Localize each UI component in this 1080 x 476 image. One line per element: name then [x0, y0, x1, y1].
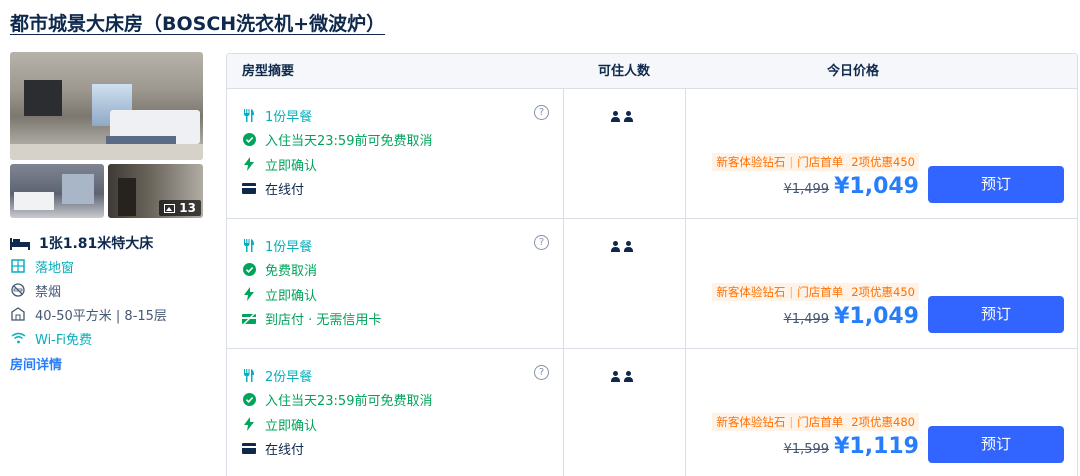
image-icon [164, 203, 176, 213]
lightning-icon [242, 417, 256, 432]
promo-tags[interactable]: 新客体验钻石 | 门店首单 2项优惠480 [712, 413, 919, 431]
price: ¥1,499 ¥1,049 [784, 304, 919, 329]
original-price: ¥1,599 [783, 442, 830, 457]
rate-row: 2份早餐 入住当天23:59前可免费取消 立即确认 在线付 ? 新客体验钻石 | 门… [227, 349, 1077, 476]
photo-count-badge[interactable]: 13 [159, 200, 201, 216]
table-header: 房型摘要 可住人数 今日价格 [227, 54, 1077, 89]
guest-capacity [611, 371, 633, 382]
current-price: ¥1,049 [834, 304, 919, 329]
utensils-icon [242, 368, 256, 382]
benefit-payment: 在线付 [242, 177, 432, 202]
room-details-link[interactable]: 房间详情 [10, 354, 210, 373]
original-price: ¥1,499 [783, 312, 830, 327]
bed-icon [10, 235, 30, 251]
book-button[interactable]: 预订 [928, 296, 1064, 333]
feature-bed: 1张1.81米特大床 [10, 232, 210, 254]
feature-wifi: Wi-Fi免费 [10, 326, 210, 350]
check-circle-icon [242, 393, 256, 407]
book-button[interactable]: 预订 [928, 426, 1064, 463]
benefit-cancellation: 入住当天23:59前可免费取消 [242, 388, 432, 413]
help-icon[interactable]: ? [534, 105, 549, 120]
help-icon[interactable]: ? [534, 235, 549, 250]
guest-capacity [611, 111, 633, 122]
book-button[interactable]: 预订 [928, 166, 1064, 203]
feature-label: 1张1.81米特大床 [39, 236, 154, 252]
help-icon[interactable]: ? [534, 365, 549, 380]
person-icon [624, 241, 633, 252]
check-circle-icon [242, 133, 256, 147]
utensils-icon [242, 108, 256, 122]
person-icon [624, 111, 633, 122]
column-header-capacity: 可住人数 [598, 64, 651, 79]
benefit-breakfast: 2份早餐 [242, 363, 432, 388]
rate-row: 1份早餐 入住当天23:59前可免费取消 立即确认 在线付 ? 新客体验钻石 | 门… [227, 89, 1077, 219]
feature-window: 落地窗 [10, 254, 210, 278]
no-smoking-icon [10, 282, 26, 298]
price: ¥1,599 ¥1,119 [784, 434, 919, 459]
feature-label: 40-50平方米 | 8-15层 [35, 308, 167, 324]
room-photo-main[interactable] [10, 52, 203, 160]
person-icon [624, 371, 633, 382]
credit-card-icon [242, 183, 256, 195]
promo-tags[interactable]: 新客体验钻石 | 门店首单 2项优惠450 [712, 283, 919, 301]
person-icon [611, 371, 620, 382]
feature-label: 禁烟 [35, 284, 62, 300]
room-info: 1张1.81米特大床 落地窗 禁烟 40-50平方米 | 8-15层 Wi-Fi… [10, 232, 210, 373]
benefit-confirm: 立即确认 [242, 412, 432, 437]
benefit-breakfast: 1份早餐 [242, 103, 432, 128]
benefit-cancellation: 免费取消 [242, 258, 381, 283]
guest-capacity [611, 241, 633, 252]
room-photo-thumb[interactable]: 13 [108, 164, 203, 218]
feature-nonsmoking: 禁烟 [10, 278, 210, 302]
area-icon [10, 306, 26, 322]
benefit-confirm: 立即确认 [242, 152, 432, 177]
benefit-cancellation: 入住当天23:59前可免费取消 [242, 128, 432, 153]
current-price: ¥1,119 [834, 434, 919, 459]
feature-area: 40-50平方米 | 8-15层 [10, 302, 210, 326]
benefit-confirm: 立即确认 [242, 282, 381, 307]
lightning-icon [242, 287, 256, 302]
current-price: ¥1,049 [834, 174, 919, 199]
feature-label: 落地窗 [35, 260, 75, 276]
rate-row: 1份早餐 免费取消 立即确认 到店付 · 无需信用卡 ? 新客体验钻石 | 门店首单… [227, 219, 1077, 349]
benefit-breakfast: 1份早餐 [242, 233, 381, 258]
person-icon [611, 241, 620, 252]
photo-gallery[interactable]: 13 [10, 52, 203, 218]
window-icon [10, 258, 26, 274]
feature-label: Wi-Fi免费 [35, 332, 93, 348]
credit-card-icon [242, 443, 256, 455]
check-circle-icon [242, 263, 256, 277]
column-header-price: 今日价格 [827, 64, 880, 79]
utensils-icon [242, 238, 256, 252]
price: ¥1,499 ¥1,049 [784, 174, 919, 199]
column-header-room-summary: 房型摘要 [242, 64, 295, 79]
room-photo-thumb[interactable] [10, 164, 104, 218]
promo-tags[interactable]: 新客体验钻石 | 门店首单 2项优惠450 [712, 153, 919, 171]
benefit-payment: 到店付 · 无需信用卡 [242, 307, 381, 332]
lightning-icon [242, 157, 256, 172]
photo-count: 13 [179, 201, 196, 215]
original-price: ¥1,499 [783, 182, 830, 197]
wifi-icon [10, 330, 26, 346]
rate-table: 房型摘要 可住人数 今日价格 1份早餐 入住当天23:59前可免费取消 立即确认… [226, 53, 1078, 476]
person-icon [611, 111, 620, 122]
benefit-payment: 在线付 [242, 437, 432, 462]
no-card-icon [242, 312, 256, 325]
room-title[interactable]: 都市城景大床房（BOSCH洗衣机+微波炉） [10, 9, 385, 36]
